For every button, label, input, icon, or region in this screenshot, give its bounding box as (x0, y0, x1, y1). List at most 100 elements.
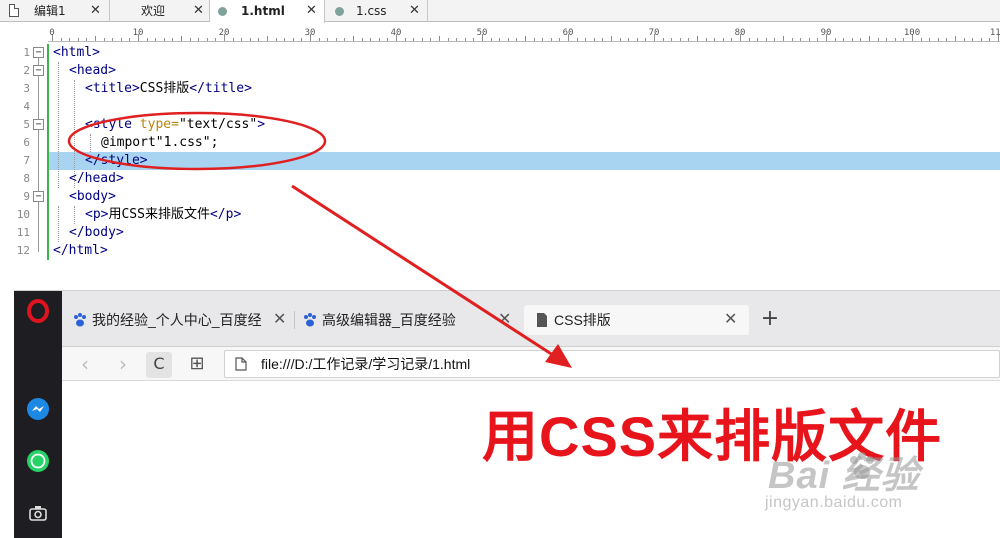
back-button[interactable]: ‹ (72, 352, 98, 378)
ruler-tick (464, 38, 466, 41)
ruler-tick (611, 36, 612, 41)
line-number-gutter: 1 2 3 4 5 6 7 8 9 10 11 12 − − − − (0, 44, 48, 290)
ruler-tick (843, 38, 845, 41)
indent-guide (74, 206, 75, 224)
file-icon (9, 4, 19, 17)
close-icon[interactable]: ✕ (193, 0, 204, 22)
fold-toggle-icon[interactable]: − (33, 65, 44, 76)
fold-line (38, 76, 39, 119)
code-line: <body> (69, 188, 116, 206)
ruler-tick (103, 38, 105, 41)
editor-tab-edit1[interactable]: 编辑1 ✕ (0, 0, 110, 22)
ruler-tick (69, 38, 71, 41)
browser-tab-strip: 我的经验_个人中心_百度经 ✕ 高级编辑器_百度经验 ✕ CSS排版 ✕ + (62, 291, 1000, 347)
line-number: 10 (16, 208, 30, 221)
code-token: </html> (53, 243, 108, 258)
browser-tab-css-layout[interactable]: CSS排版 ✕ (524, 305, 749, 335)
code-token: type= (139, 117, 179, 132)
modified-dot-icon (335, 7, 344, 16)
ruler-tick (361, 38, 363, 41)
ruler-tick (370, 38, 372, 41)
ruler-tick (946, 38, 948, 41)
ruler-tick (937, 38, 939, 41)
fold-toggle-icon[interactable]: − (33, 47, 44, 58)
address-bar[interactable]: file:///D:/工作记录/学习记录/1.html (224, 350, 1000, 378)
code-line: <title>CSS排版</title> (85, 80, 252, 98)
camera-icon[interactable] (26, 501, 50, 525)
ruler-tick (731, 38, 733, 41)
editor-tab-1-css[interactable]: 1.css ✕ (325, 0, 428, 22)
editor-tab-label: 1.css (356, 4, 387, 18)
ruler-tick (550, 38, 552, 41)
ruler-label: 80 (734, 28, 746, 38)
ruler-tick (146, 38, 148, 41)
ruler-tick (697, 36, 698, 41)
ruler-tick (172, 38, 174, 41)
ruler-label: 70 (648, 28, 660, 38)
ruler-tick (120, 38, 122, 41)
ruler-tick (198, 38, 200, 41)
code-token: > (257, 117, 266, 132)
fold-toggle-icon[interactable]: − (33, 119, 44, 130)
ruler-tick (249, 38, 251, 41)
ruler-tick (499, 38, 501, 41)
ruler-tick (791, 38, 793, 41)
editor-tab-welcome[interactable]: 欢迎 ✕ (110, 0, 210, 22)
ruler-tick (980, 38, 982, 41)
code-line: @import"1.css"; (101, 134, 218, 152)
ruler-tick (886, 38, 888, 41)
ruler-tick (318, 38, 320, 41)
close-icon[interactable]: ✕ (306, 0, 317, 22)
page-info-icon[interactable] (235, 357, 247, 371)
close-icon[interactable]: ✕ (409, 0, 420, 22)
ruler-tick (645, 38, 647, 41)
close-icon[interactable]: ✕ (724, 305, 737, 335)
browser-sidebar (14, 291, 62, 538)
code-token: <title> (85, 81, 140, 96)
browser-tab-advanced-editor[interactable]: 高级编辑器_百度经验 ✕ (298, 305, 518, 335)
code-token: CSS排版 (139, 81, 190, 96)
ruler-tick (473, 38, 475, 41)
modified-dot-icon (218, 7, 227, 16)
ruler-tick (404, 38, 406, 41)
ruler-tick (559, 38, 561, 41)
close-icon[interactable]: ✕ (273, 305, 286, 335)
messenger-icon[interactable] (26, 397, 50, 421)
watermark-url: jingyan.baidu.com (765, 494, 903, 511)
ruler-tick (525, 36, 526, 41)
browser-tab-title: 高级编辑器_百度经验 (322, 312, 456, 328)
fold-toggle-icon[interactable]: − (33, 191, 44, 202)
line-number: 4 (23, 100, 30, 113)
whatsapp-icon[interactable] (26, 449, 50, 473)
opera-logo-icon[interactable] (26, 299, 50, 323)
reload-button[interactable]: C (146, 352, 172, 378)
ruler-tick (963, 38, 965, 41)
close-icon[interactable]: ✕ (90, 0, 101, 22)
editor-tab-1-html[interactable]: 1.html ✕ (210, 0, 325, 23)
line-number: 7 (23, 154, 30, 167)
ruler-tick (851, 38, 853, 41)
ruler-tick (783, 36, 784, 41)
code-token: </head> (69, 171, 124, 186)
ruler-tick (516, 38, 518, 41)
ruler-tick (714, 38, 716, 41)
code-area[interactable]: <html> <head> <title>CSS排版</title> <styl… (53, 44, 1000, 274)
browser-tab-title: CSS排版 (554, 312, 611, 328)
new-tab-button[interactable]: + (758, 305, 782, 335)
forward-button[interactable]: › (110, 352, 136, 378)
ruler-tick (232, 38, 234, 41)
editor-tab-label: 欢迎 (141, 4, 166, 18)
line-number: 5 (23, 118, 30, 131)
ruler-label: 30 (304, 28, 316, 38)
ruler-tick (903, 38, 905, 41)
ruler-tick (585, 38, 587, 41)
ruler-tick (920, 38, 922, 41)
ruler-tick (972, 38, 974, 41)
close-icon[interactable]: ✕ (498, 305, 511, 335)
browser-tab-my-experience[interactable]: 我的经验_个人中心_百度经 ✕ (68, 305, 290, 335)
speed-dial-button[interactable]: ⊞ (184, 352, 210, 378)
ruler-tick (576, 38, 578, 41)
ruler-tick (155, 38, 157, 41)
code-line: <style type="text/css"> (85, 116, 265, 134)
code-token: <style (85, 117, 140, 132)
